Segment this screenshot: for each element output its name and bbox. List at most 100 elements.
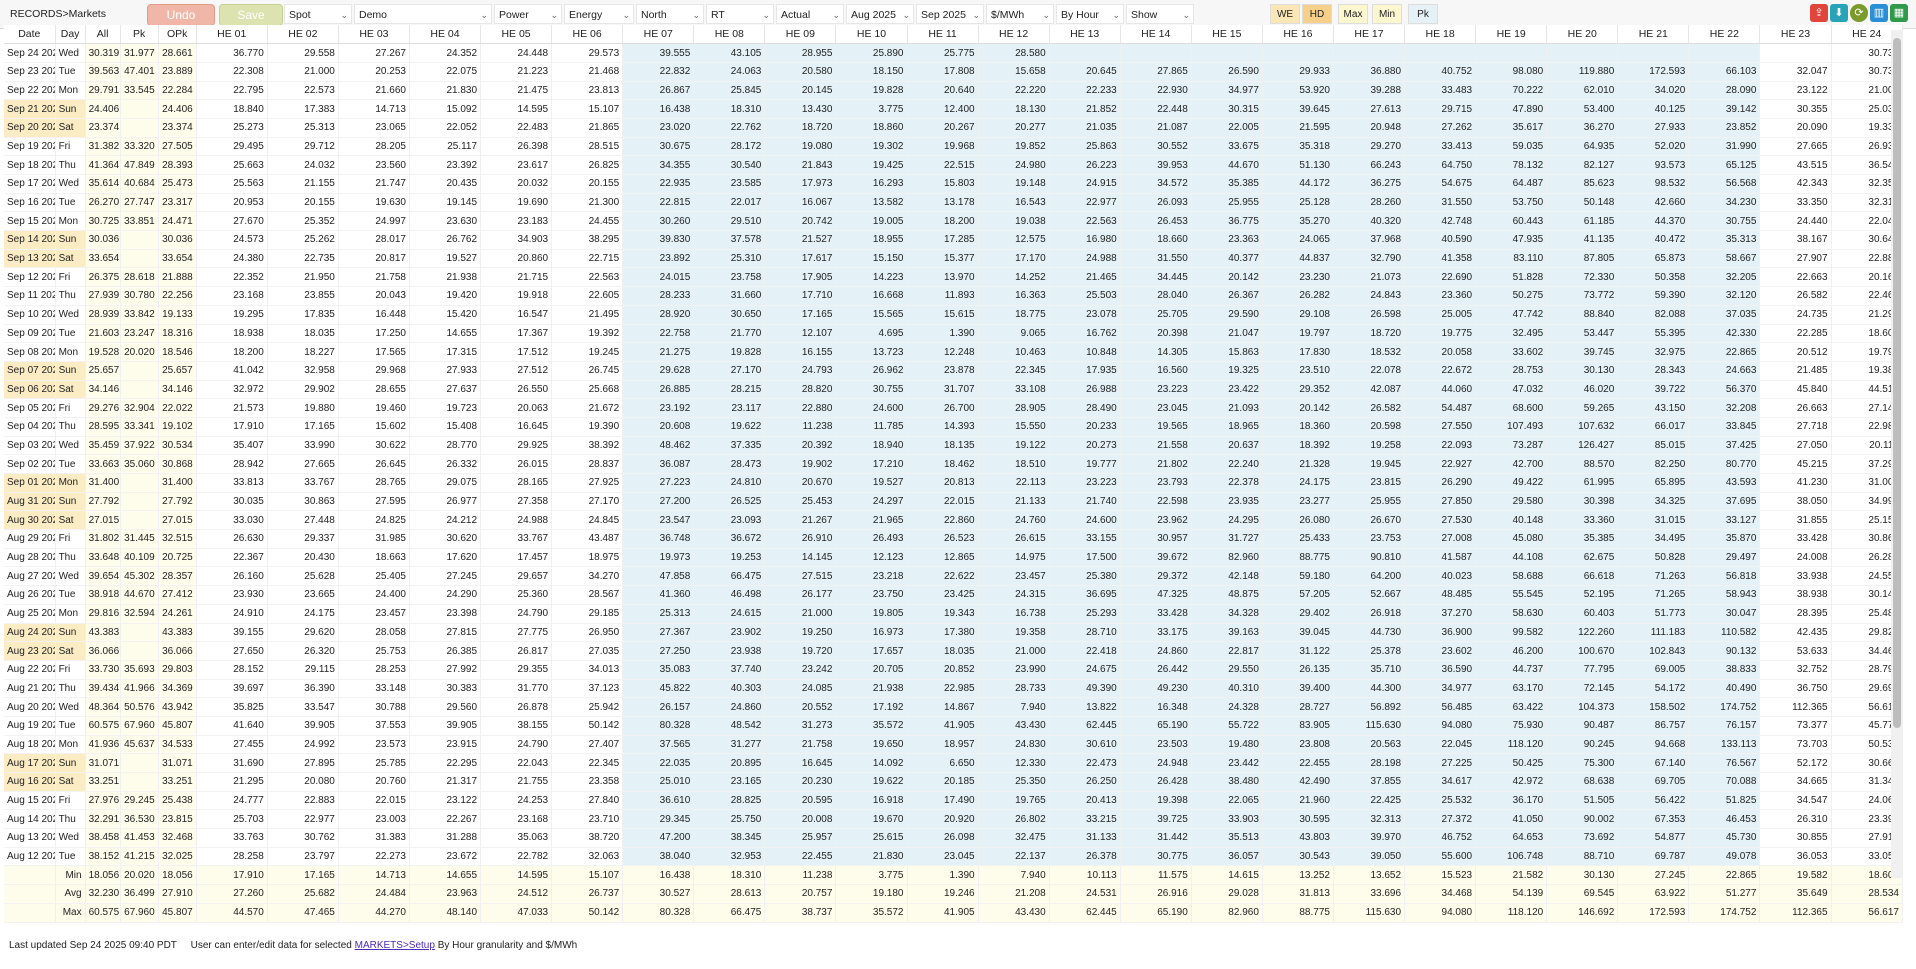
- value-cell[interactable]: 106.748: [1475, 847, 1548, 867]
- value-cell[interactable]: 14.595: [480, 99, 553, 119]
- value-cell[interactable]: 16.293: [835, 174, 908, 194]
- value-cell[interactable]: 35.385: [1546, 529, 1619, 549]
- value-cell[interactable]: 33.341: [120, 417, 159, 437]
- value-cell[interactable]: 82.127: [1546, 155, 1619, 175]
- value-cell[interactable]: 29.803: [158, 660, 197, 680]
- table-row[interactable]: Sep 12 2025Fri26.37528.61821.88822.35221…: [4, 267, 1904, 288]
- value-cell[interactable]: 22.448: [1120, 99, 1192, 119]
- value-cell[interactable]: 15.408: [409, 417, 482, 437]
- value-cell[interactable]: 80.328: [622, 716, 695, 736]
- value-cell[interactable]: 50.425: [1475, 753, 1548, 773]
- value-cell[interactable]: 30.315: [1191, 99, 1263, 119]
- value-cell[interactable]: 26.320: [267, 641, 339, 661]
- value-cell[interactable]: 49.390: [1049, 679, 1121, 699]
- table-row[interactable]: Sep 11 2025Thu27.93930.78022.25623.16823…: [4, 286, 1904, 306]
- value-cell[interactable]: 45.302: [120, 566, 159, 587]
- value-cell[interactable]: 32.975: [1617, 342, 1690, 362]
- value-cell[interactable]: 39.434: [85, 679, 121, 699]
- value-cell[interactable]: 23.892: [622, 249, 695, 269]
- value-cell[interactable]: 33.428: [1759, 529, 1832, 549]
- value-cell[interactable]: 65.190: [1120, 716, 1192, 736]
- table-row[interactable]: Sep 21 2025Sun24.40624.40618.84017.38314…: [4, 99, 1904, 119]
- value-cell[interactable]: 17.165: [764, 305, 837, 325]
- value-cell[interactable]: 20.043: [338, 286, 410, 306]
- value-cell[interactable]: 19.358: [978, 623, 1050, 643]
- value-cell[interactable]: 38.938: [1759, 585, 1832, 605]
- table-row[interactable]: Sep 01 2025Mon31.40031.40033.81333.76728…: [4, 473, 1904, 493]
- value-cell[interactable]: 7.940: [978, 697, 1050, 717]
- value-cell[interactable]: 21.000: [978, 641, 1050, 661]
- value-cell[interactable]: 33.938: [1759, 566, 1832, 587]
- value-cell[interactable]: 21.770: [693, 324, 766, 344]
- value-cell[interactable]: 37.578: [693, 230, 766, 250]
- value-cell[interactable]: 20.413: [1049, 791, 1121, 811]
- value-cell[interactable]: 16.155: [764, 342, 837, 362]
- value-cell[interactable]: 17.192: [835, 697, 908, 717]
- table-row[interactable]: Aug 19 2025Tue60.57567.96045.80741.64039…: [4, 716, 1904, 736]
- value-cell[interactable]: 85.015: [1617, 436, 1690, 456]
- value-cell[interactable]: 10.463: [978, 342, 1050, 362]
- value-cell[interactable]: 26.523: [907, 529, 979, 549]
- column-header[interactable]: HE 14: [1120, 25, 1192, 45]
- value-cell[interactable]: 59.035: [1475, 137, 1548, 157]
- value-cell[interactable]: 28.595: [85, 417, 121, 437]
- value-cell[interactable]: 29.495: [196, 137, 268, 157]
- value-cell[interactable]: 41.905: [907, 716, 979, 736]
- value-cell[interactable]: 61.185: [1546, 211, 1619, 232]
- value-cell[interactable]: 118.120: [1475, 735, 1548, 755]
- value-cell[interactable]: 23.630: [409, 211, 482, 232]
- table-row[interactable]: Sep 04 2025Thu28.59533.34119.10217.91017…: [4, 417, 1904, 437]
- value-cell[interactable]: 17.657: [835, 641, 908, 661]
- value-cell[interactable]: 51.773: [1617, 604, 1690, 624]
- value-cell[interactable]: 19.630: [338, 193, 410, 213]
- value-cell[interactable]: 24.790: [480, 735, 553, 755]
- value-cell[interactable]: 38.155: [480, 716, 553, 736]
- value-cell[interactable]: 24.915: [1049, 174, 1121, 194]
- value-cell[interactable]: 24.448: [480, 43, 553, 63]
- value-cell[interactable]: 70.222: [1475, 81, 1548, 101]
- value-cell[interactable]: 50.275: [1475, 286, 1548, 306]
- value-cell[interactable]: 33.990: [267, 436, 339, 456]
- value-cell[interactable]: 55.600: [1404, 847, 1477, 867]
- value-cell[interactable]: 37.270: [1404, 604, 1477, 624]
- value-cell[interactable]: 23.602: [1404, 641, 1477, 661]
- value-cell[interactable]: 41.640: [196, 716, 268, 736]
- value-cell[interactable]: 25.433: [1262, 529, 1334, 549]
- value-cell[interactable]: 20.233: [1049, 417, 1121, 437]
- value-cell[interactable]: 28.765: [338, 473, 410, 493]
- value-cell[interactable]: 28.515: [551, 137, 624, 157]
- value-cell[interactable]: 26.988: [1049, 380, 1121, 400]
- value-cell[interactable]: 20.008: [764, 809, 837, 830]
- value-cell[interactable]: 32.025: [158, 847, 197, 867]
- value-cell[interactable]: 23.617: [480, 155, 553, 175]
- value-cell[interactable]: 38.720: [551, 828, 624, 848]
- value-cell[interactable]: 90.245: [1546, 735, 1619, 755]
- value-cell[interactable]: 39.725: [1120, 809, 1192, 830]
- value-cell[interactable]: 30.788: [338, 697, 410, 717]
- value-cell[interactable]: 29.560: [409, 697, 482, 717]
- value-cell[interactable]: 27.815: [409, 623, 482, 643]
- value-cell[interactable]: 47.325: [1120, 585, 1192, 605]
- value-cell[interactable]: 22.017: [693, 193, 766, 213]
- value-cell[interactable]: 23.793: [1120, 473, 1192, 493]
- value-cell[interactable]: 21.000: [267, 62, 339, 82]
- value-cell[interactable]: 32.972: [196, 380, 268, 400]
- value-cell[interactable]: 33.251: [85, 772, 121, 792]
- value-cell[interactable]: 18.310: [693, 99, 766, 119]
- value-cell[interactable]: 23.935: [1191, 492, 1263, 512]
- value-cell[interactable]: 28.233: [622, 286, 695, 306]
- value-cell[interactable]: 26.663: [1759, 398, 1832, 418]
- value-cell[interactable]: 50.576: [120, 697, 159, 717]
- value-cell[interactable]: 49.422: [1475, 473, 1548, 493]
- value-cell[interactable]: 33.654: [85, 249, 121, 269]
- value-cell[interactable]: 26.290: [1404, 473, 1477, 493]
- value-cell[interactable]: 24.175: [267, 604, 339, 624]
- value-cell[interactable]: 36.066: [158, 641, 197, 661]
- value-cell[interactable]: 22.832: [622, 62, 695, 82]
- value-cell[interactable]: 40.590: [1404, 230, 1477, 250]
- table-row[interactable]: Sep 13 2025Sat33.65433.65424.38022.73520…: [4, 249, 1904, 269]
- value-cell[interactable]: 20.392: [764, 436, 837, 456]
- value-cell[interactable]: 27.840: [551, 791, 624, 811]
- value-cell[interactable]: 32.313: [1333, 809, 1406, 830]
- value-cell[interactable]: 87.805: [1546, 249, 1619, 269]
